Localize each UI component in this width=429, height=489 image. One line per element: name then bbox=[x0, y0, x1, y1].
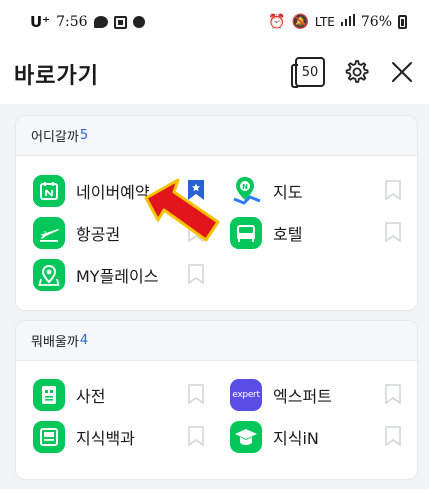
status-bar: U⁺ 7:56 ⏰ 🔕 LTE 76% bbox=[0, 0, 429, 44]
message-notification-icon bbox=[132, 16, 145, 28]
expert-icon: expert bbox=[230, 379, 262, 411]
tab-count-button[interactable]: 50 bbox=[291, 57, 325, 88]
shortcut-knowledge-in[interactable]: 지식iN bbox=[230, 419, 319, 455]
graduation-cap-icon bbox=[230, 421, 262, 453]
page-title: 바로가기 bbox=[14, 64, 99, 89]
network-type: LTE bbox=[314, 15, 335, 29]
bookmark-outline-icon[interactable] bbox=[385, 384, 401, 405]
shortcut-label: 지식iN bbox=[273, 429, 319, 448]
section-what-to-learn: 뭐배울까 4 사전 expert 엑스퍼트 지식백과 지식iN bbox=[15, 320, 418, 480]
shortcut-map[interactable]: N 지도 bbox=[230, 173, 302, 209]
svg-text:N: N bbox=[242, 183, 248, 191]
shortcut-label: 네이버예약 bbox=[76, 183, 150, 202]
bookmark-outline-icon[interactable] bbox=[188, 426, 204, 447]
naver-booking-icon bbox=[33, 175, 65, 207]
bed-icon bbox=[230, 217, 262, 249]
signal-icon bbox=[340, 14, 355, 30]
shortcut-label: 호텔 bbox=[273, 225, 303, 244]
gallery-notification-icon bbox=[113, 15, 127, 29]
shortcut-naver-booking[interactable]: 네이버예약 bbox=[33, 173, 150, 209]
shortcut-label: 항공권 bbox=[76, 225, 121, 244]
shortcut-label: 지도 bbox=[273, 183, 303, 202]
shortcut-my-place[interactable]: MY플레이스 bbox=[33, 257, 158, 293]
bookmark-outline-icon[interactable] bbox=[385, 426, 401, 447]
dictionary-icon bbox=[33, 379, 65, 411]
shortcut-dictionary[interactable]: 사전 bbox=[33, 377, 105, 413]
shortcut-hotel[interactable]: 호텔 bbox=[230, 215, 302, 251]
encyclopedia-icon bbox=[33, 421, 65, 453]
expert-icon-text: expert bbox=[232, 390, 260, 400]
bookmark-outline-icon[interactable] bbox=[188, 384, 204, 405]
bookmark-outline-icon[interactable] bbox=[385, 222, 401, 243]
section-count: 5 bbox=[79, 128, 89, 143]
airplane-icon bbox=[33, 217, 65, 249]
gear-icon[interactable] bbox=[341, 57, 371, 87]
close-icon[interactable] bbox=[387, 57, 417, 87]
mute-icon: 🔕 bbox=[291, 14, 309, 30]
section-header: 어디갈까 5 bbox=[16, 116, 417, 156]
bookmark-outline-icon[interactable] bbox=[385, 180, 401, 201]
carrier-label: U⁺ bbox=[30, 13, 51, 31]
alarm-icon: ⏰ bbox=[268, 14, 286, 30]
map-icon: N bbox=[230, 175, 262, 207]
shortcut-label: MY플레이스 bbox=[76, 267, 159, 286]
clock: 7:56 bbox=[56, 14, 88, 30]
shortcut-label: 지식백과 bbox=[76, 429, 135, 448]
pointer-arrow-icon bbox=[144, 178, 220, 242]
section-header: 뭐배울까 4 bbox=[16, 321, 417, 361]
shortcut-expert[interactable]: expert 엑스퍼트 bbox=[230, 377, 332, 413]
location-icon bbox=[33, 259, 65, 291]
shortcut-label: 사전 bbox=[76, 387, 106, 406]
section-count: 4 bbox=[79, 333, 89, 348]
shortcut-encyclopedia[interactable]: 지식백과 bbox=[33, 419, 135, 455]
section-title: 뭐배울까 bbox=[31, 335, 79, 350]
talk-notification-icon bbox=[93, 16, 108, 28]
section-title: 어디갈까 bbox=[31, 130, 79, 145]
shortcut-flights[interactable]: 항공권 bbox=[33, 215, 120, 251]
battery-percent: 76% bbox=[360, 14, 392, 30]
shortcut-label: 엑스퍼트 bbox=[273, 387, 332, 406]
page-header: 바로가기 50 bbox=[0, 44, 429, 104]
bookmark-outline-icon[interactable] bbox=[188, 264, 204, 285]
battery-icon bbox=[398, 15, 407, 29]
